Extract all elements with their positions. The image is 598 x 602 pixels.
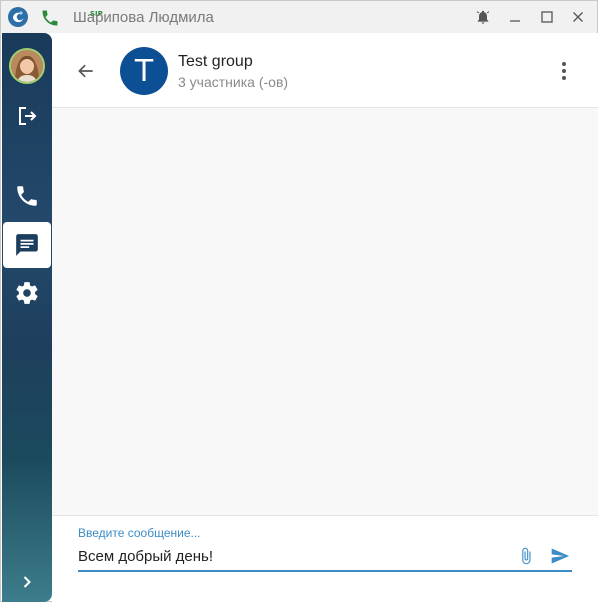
sidebar <box>2 33 52 602</box>
chat-icon <box>16 234 38 256</box>
arrow-left-icon <box>78 64 93 78</box>
minimize-button[interactable] <box>504 7 526 27</box>
group-name: Test group <box>178 53 253 70</box>
maximize-icon <box>541 11 553 23</box>
back-button[interactable] <box>73 58 99 84</box>
notifications-button[interactable] <box>472 7 494 27</box>
phone-icon <box>17 186 37 206</box>
gear-icon <box>16 282 38 304</box>
sidebar-item-calls[interactable] <box>2 173 52 219</box>
composer-label: Введите сообщение... <box>78 526 201 540</box>
paperclip-icon <box>522 547 531 565</box>
bell-icon <box>476 10 490 24</box>
message-composer: Введите сообщение... <box>52 515 598 602</box>
avatar[interactable] <box>9 48 45 84</box>
app-logo-icon <box>7 6 29 28</box>
user-photo-icon <box>11 50 43 82</box>
window-title: Шарипова Людмила <box>73 9 214 26</box>
maximize-button[interactable] <box>536 7 558 27</box>
group-members-count: 3 участника (-ов) <box>178 74 289 90</box>
attach-button[interactable] <box>515 545 537 567</box>
close-button[interactable] <box>567 7 589 27</box>
sip-phone-icon: SIP <box>40 6 103 28</box>
sidebar-expand-button[interactable] <box>2 563 52 601</box>
chat-panel: T Test group 3 участника (-ов) Введите с… <box>52 33 598 602</box>
minimize-icon <box>510 20 520 22</box>
send-icon <box>551 548 570 564</box>
chevron-right-icon <box>23 576 31 588</box>
close-icon <box>573 12 583 22</box>
sidebar-item-chats[interactable] <box>3 222 51 268</box>
group-avatar[interactable]: T <box>120 47 168 95</box>
logout-icon <box>19 107 37 125</box>
logout-button[interactable] <box>2 93 52 139</box>
input-underline <box>78 570 572 572</box>
more-options-button[interactable] <box>554 59 574 83</box>
chat-header: T Test group 3 участника (-ов) <box>52 33 598 108</box>
message-list[interactable] <box>52 109 598 515</box>
sidebar-item-settings[interactable] <box>2 270 52 316</box>
kebab-menu-icon <box>562 62 566 80</box>
message-input[interactable] <box>78 544 508 568</box>
send-button[interactable] <box>548 545 572 567</box>
title-bar: SIP Шарипова Людмила <box>1 1 597 33</box>
app-window: SIP Шарипова Людмила T Test group 3 учас… <box>0 0 598 602</box>
